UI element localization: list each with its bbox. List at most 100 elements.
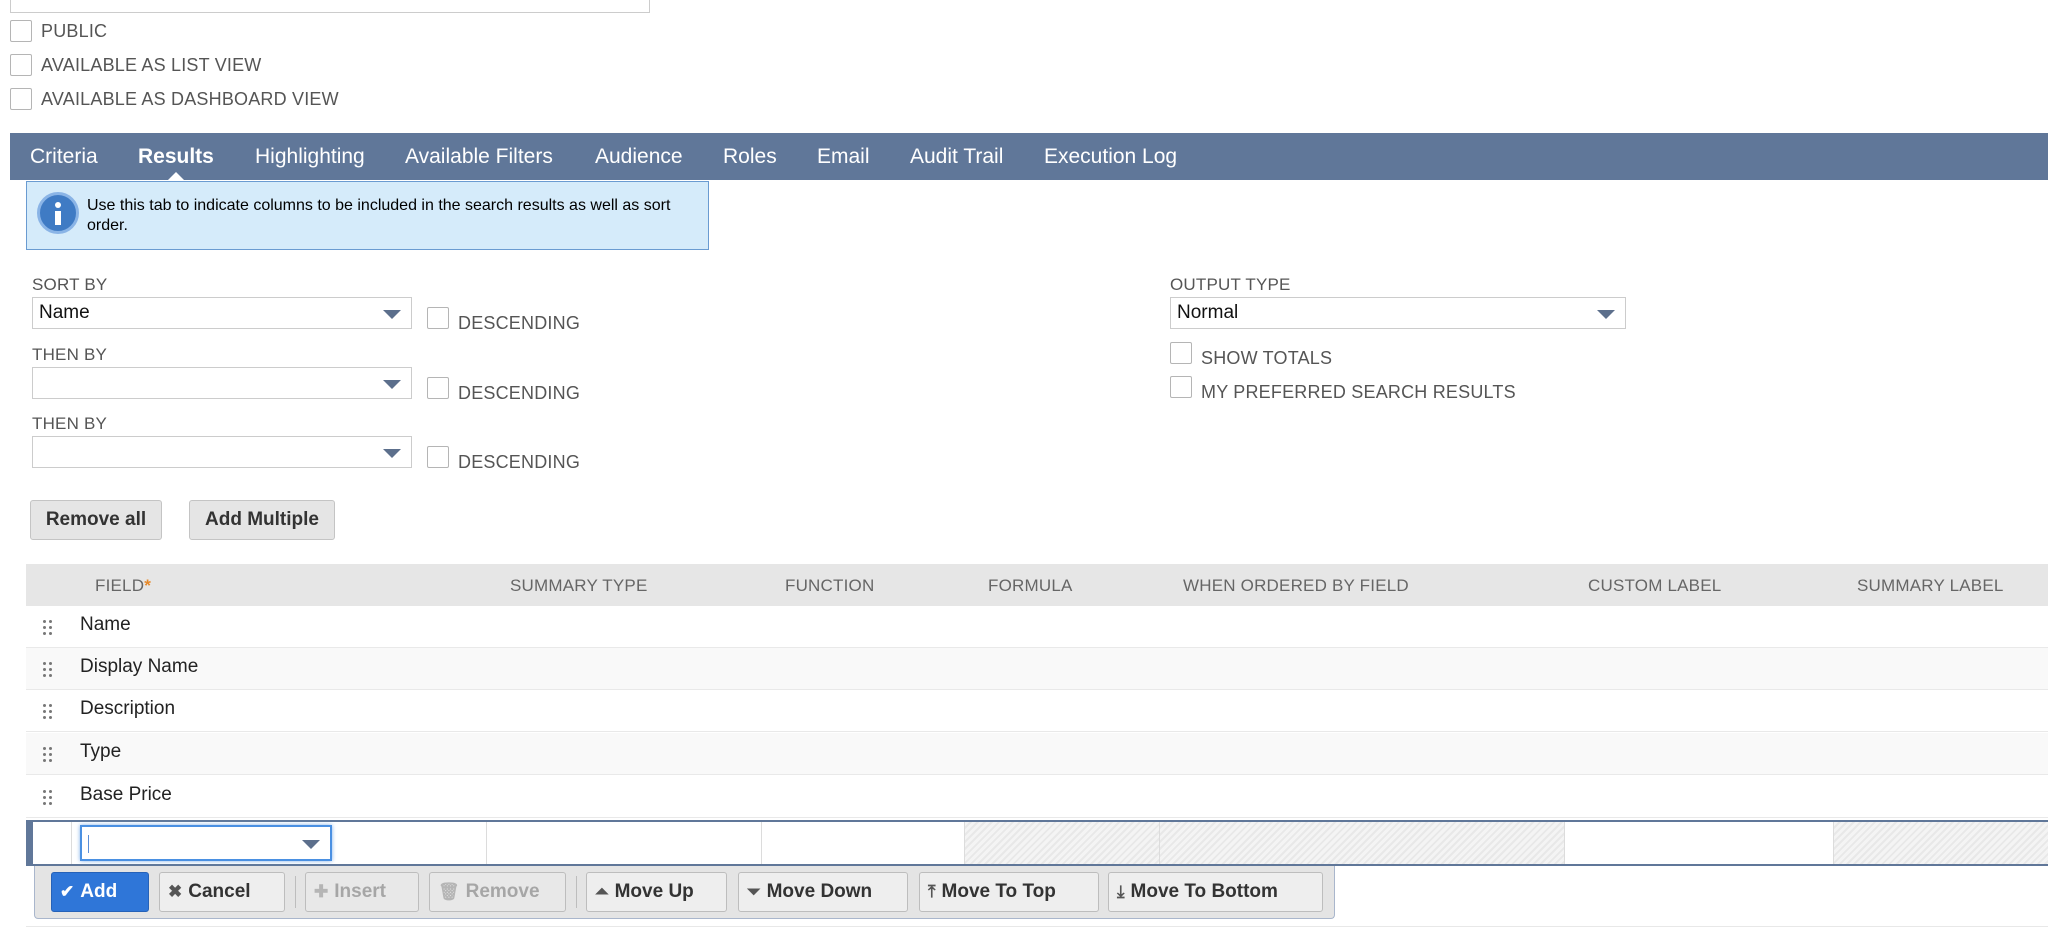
- sort-by-select[interactable]: Name: [32, 297, 412, 329]
- sort-by-value: Name: [39, 302, 90, 323]
- table-row[interactable]: Display Name: [26, 648, 2048, 690]
- custom-label-column-header: CUSTOM LABEL: [1588, 576, 1722, 595]
- move-top-icon: ⤒: [928, 882, 936, 901]
- preferred-results-label: MY PREFERRED SEARCH RESULTS: [1201, 382, 1516, 402]
- field-cell: Display Name: [80, 656, 199, 677]
- preferred-results-option[interactable]: MY PREFERRED SEARCH RESULTS: [1170, 370, 1516, 403]
- summary-type-column-header: SUMMARY TYPE: [510, 576, 648, 595]
- drag-handle-icon[interactable]: [43, 790, 53, 808]
- field-cell: Description: [80, 698, 176, 719]
- show-totals-checkbox[interactable]: [1170, 341, 1192, 364]
- drag-handle-icon[interactable]: [43, 662, 53, 680]
- summary-label-column-header: SUMMARY LABEL: [1857, 576, 2004, 595]
- chevron-down-icon: [383, 310, 401, 319]
- then-by-2-select[interactable]: [32, 436, 412, 468]
- table-row[interactable]: Base Price: [26, 776, 2048, 818]
- tab-audience[interactable]: Audience: [595, 145, 683, 169]
- info-banner: Use this tab to indicate columns to be i…: [26, 181, 709, 250]
- field-column-header: FIELD*: [95, 576, 152, 595]
- insert-button[interactable]: ✚ Insert: [305, 872, 419, 912]
- edit-row-marker: [26, 822, 33, 864]
- then-by-1-select[interactable]: [32, 367, 412, 399]
- function-column-header: FUNCTION: [785, 576, 875, 595]
- tab-results[interactable]: Results: [138, 145, 214, 169]
- sort-by-label: SORT BY: [32, 275, 108, 294]
- public-checkbox[interactable]: [10, 20, 32, 42]
- drag-handle-icon[interactable]: [43, 747, 53, 765]
- list-view-option[interactable]: AVAILABLE AS LIST VIEW: [10, 54, 262, 76]
- chevron-down-icon: [383, 380, 401, 389]
- trash-icon: 🗑: [438, 882, 460, 901]
- descending-1-checkbox[interactable]: [427, 306, 449, 329]
- close-icon: ✖: [168, 882, 183, 901]
- output-type-value: Normal: [1177, 302, 1239, 323]
- remove-all-button[interactable]: Remove all: [30, 500, 162, 540]
- chevron-down-icon: [383, 449, 401, 458]
- chevron-down-icon: [302, 840, 320, 849]
- preferred-results-checkbox[interactable]: [1170, 375, 1192, 398]
- public-option[interactable]: PUBLIC: [10, 20, 107, 42]
- top-text-field[interactable]: [10, 0, 650, 13]
- descending-1-label: DESCENDING: [458, 313, 581, 333]
- formula-column-header: FORMULA: [988, 576, 1073, 595]
- public-label: PUBLIC: [41, 20, 108, 41]
- chevron-down-icon: [1597, 310, 1615, 319]
- text-cursor: [88, 835, 89, 853]
- add-button[interactable]: ✔ Add: [51, 872, 149, 912]
- when-ordered-cell-disabled: [1159, 822, 1565, 864]
- descending-3-label: DESCENDING: [458, 452, 581, 472]
- move-down-button[interactable]: ⏷ Move Down: [738, 872, 908, 912]
- line-toolbar: ✔ Add ✖ Cancel ✚ Insert 🗑 Remove ⏶ Move Up ⏷ M…: [34, 866, 1335, 919]
- descending-2-label: DESCENDING: [458, 383, 581, 403]
- tab-roles[interactable]: Roles: [723, 145, 777, 169]
- summary-label-cell-disabled: [1833, 822, 2048, 864]
- tab-available-filters[interactable]: Available Filters: [405, 145, 553, 169]
- show-totals-option[interactable]: SHOW TOTALS: [1170, 336, 1332, 369]
- move-up-button[interactable]: ⏶ Move Up: [586, 872, 727, 912]
- dashboard-view-checkbox[interactable]: [10, 88, 32, 110]
- info-icon: [37, 192, 79, 234]
- remove-button[interactable]: 🗑 Remove: [429, 872, 566, 912]
- dashboard-view-label: AVAILABLE AS DASHBOARD VIEW: [41, 88, 339, 109]
- tab-criteria[interactable]: Criteria: [30, 145, 98, 169]
- descending-1-option[interactable]: DESCENDING: [427, 301, 580, 334]
- move-bottom-icon: ⤓: [1117, 882, 1125, 901]
- table-row[interactable]: Name: [26, 606, 2048, 648]
- show-totals-label: SHOW TOTALS: [1201, 348, 1333, 368]
- list-view-checkbox[interactable]: [10, 54, 32, 76]
- drag-handle-icon[interactable]: [43, 620, 53, 638]
- then-by-1-label: THEN BY: [32, 345, 108, 364]
- move-to-top-button[interactable]: ⤒ Move To Top: [919, 872, 1099, 912]
- formula-cell-disabled: [964, 822, 1160, 864]
- new-line-edit-row[interactable]: [26, 820, 2048, 866]
- arrow-up-icon: ⏶: [595, 882, 609, 901]
- tab-email[interactable]: Email: [817, 145, 870, 169]
- field-cell: Name: [80, 614, 131, 635]
- then-by-2-label: THEN BY: [32, 414, 108, 433]
- dashboard-view-option[interactable]: AVAILABLE AS DASHBOARD VIEW: [10, 88, 339, 110]
- descending-2-option[interactable]: DESCENDING: [427, 371, 580, 404]
- tab-highlighting[interactable]: Highlighting: [255, 145, 365, 169]
- active-tab-indicator: [167, 172, 185, 181]
- when-ordered-column-header: WHEN ORDERED BY FIELD: [1183, 576, 1409, 595]
- plus-icon: ✚: [314, 882, 329, 901]
- results-table-header: FIELD* SUMMARY TYPE FUNCTION FORMULA WHE…: [26, 564, 2048, 606]
- drag-handle-icon[interactable]: [43, 704, 53, 722]
- move-to-bottom-button[interactable]: ⤓ Move To Bottom: [1108, 872, 1323, 912]
- field-select-input[interactable]: [80, 825, 332, 861]
- add-multiple-button[interactable]: Add Multiple: [189, 500, 335, 540]
- cancel-button[interactable]: ✖ Cancel: [159, 872, 285, 912]
- required-marker: *: [144, 576, 152, 595]
- checkmark-icon: ✔: [60, 882, 75, 901]
- field-cell: Base Price: [80, 784, 172, 805]
- arrow-down-icon: ⏷: [747, 882, 761, 901]
- descending-3-checkbox[interactable]: [427, 445, 449, 468]
- output-type-select[interactable]: Normal: [1170, 297, 1626, 329]
- subtab-bar: Criteria Results Highlighting Available …: [10, 133, 2048, 180]
- tab-execution-log[interactable]: Execution Log: [1044, 145, 1177, 169]
- table-row[interactable]: Type: [26, 733, 2048, 775]
- table-row[interactable]: Description: [26, 690, 2048, 732]
- descending-3-option[interactable]: DESCENDING: [427, 440, 580, 473]
- tab-audit-trail[interactable]: Audit Trail: [910, 145, 1003, 169]
- descending-2-checkbox[interactable]: [427, 376, 449, 399]
